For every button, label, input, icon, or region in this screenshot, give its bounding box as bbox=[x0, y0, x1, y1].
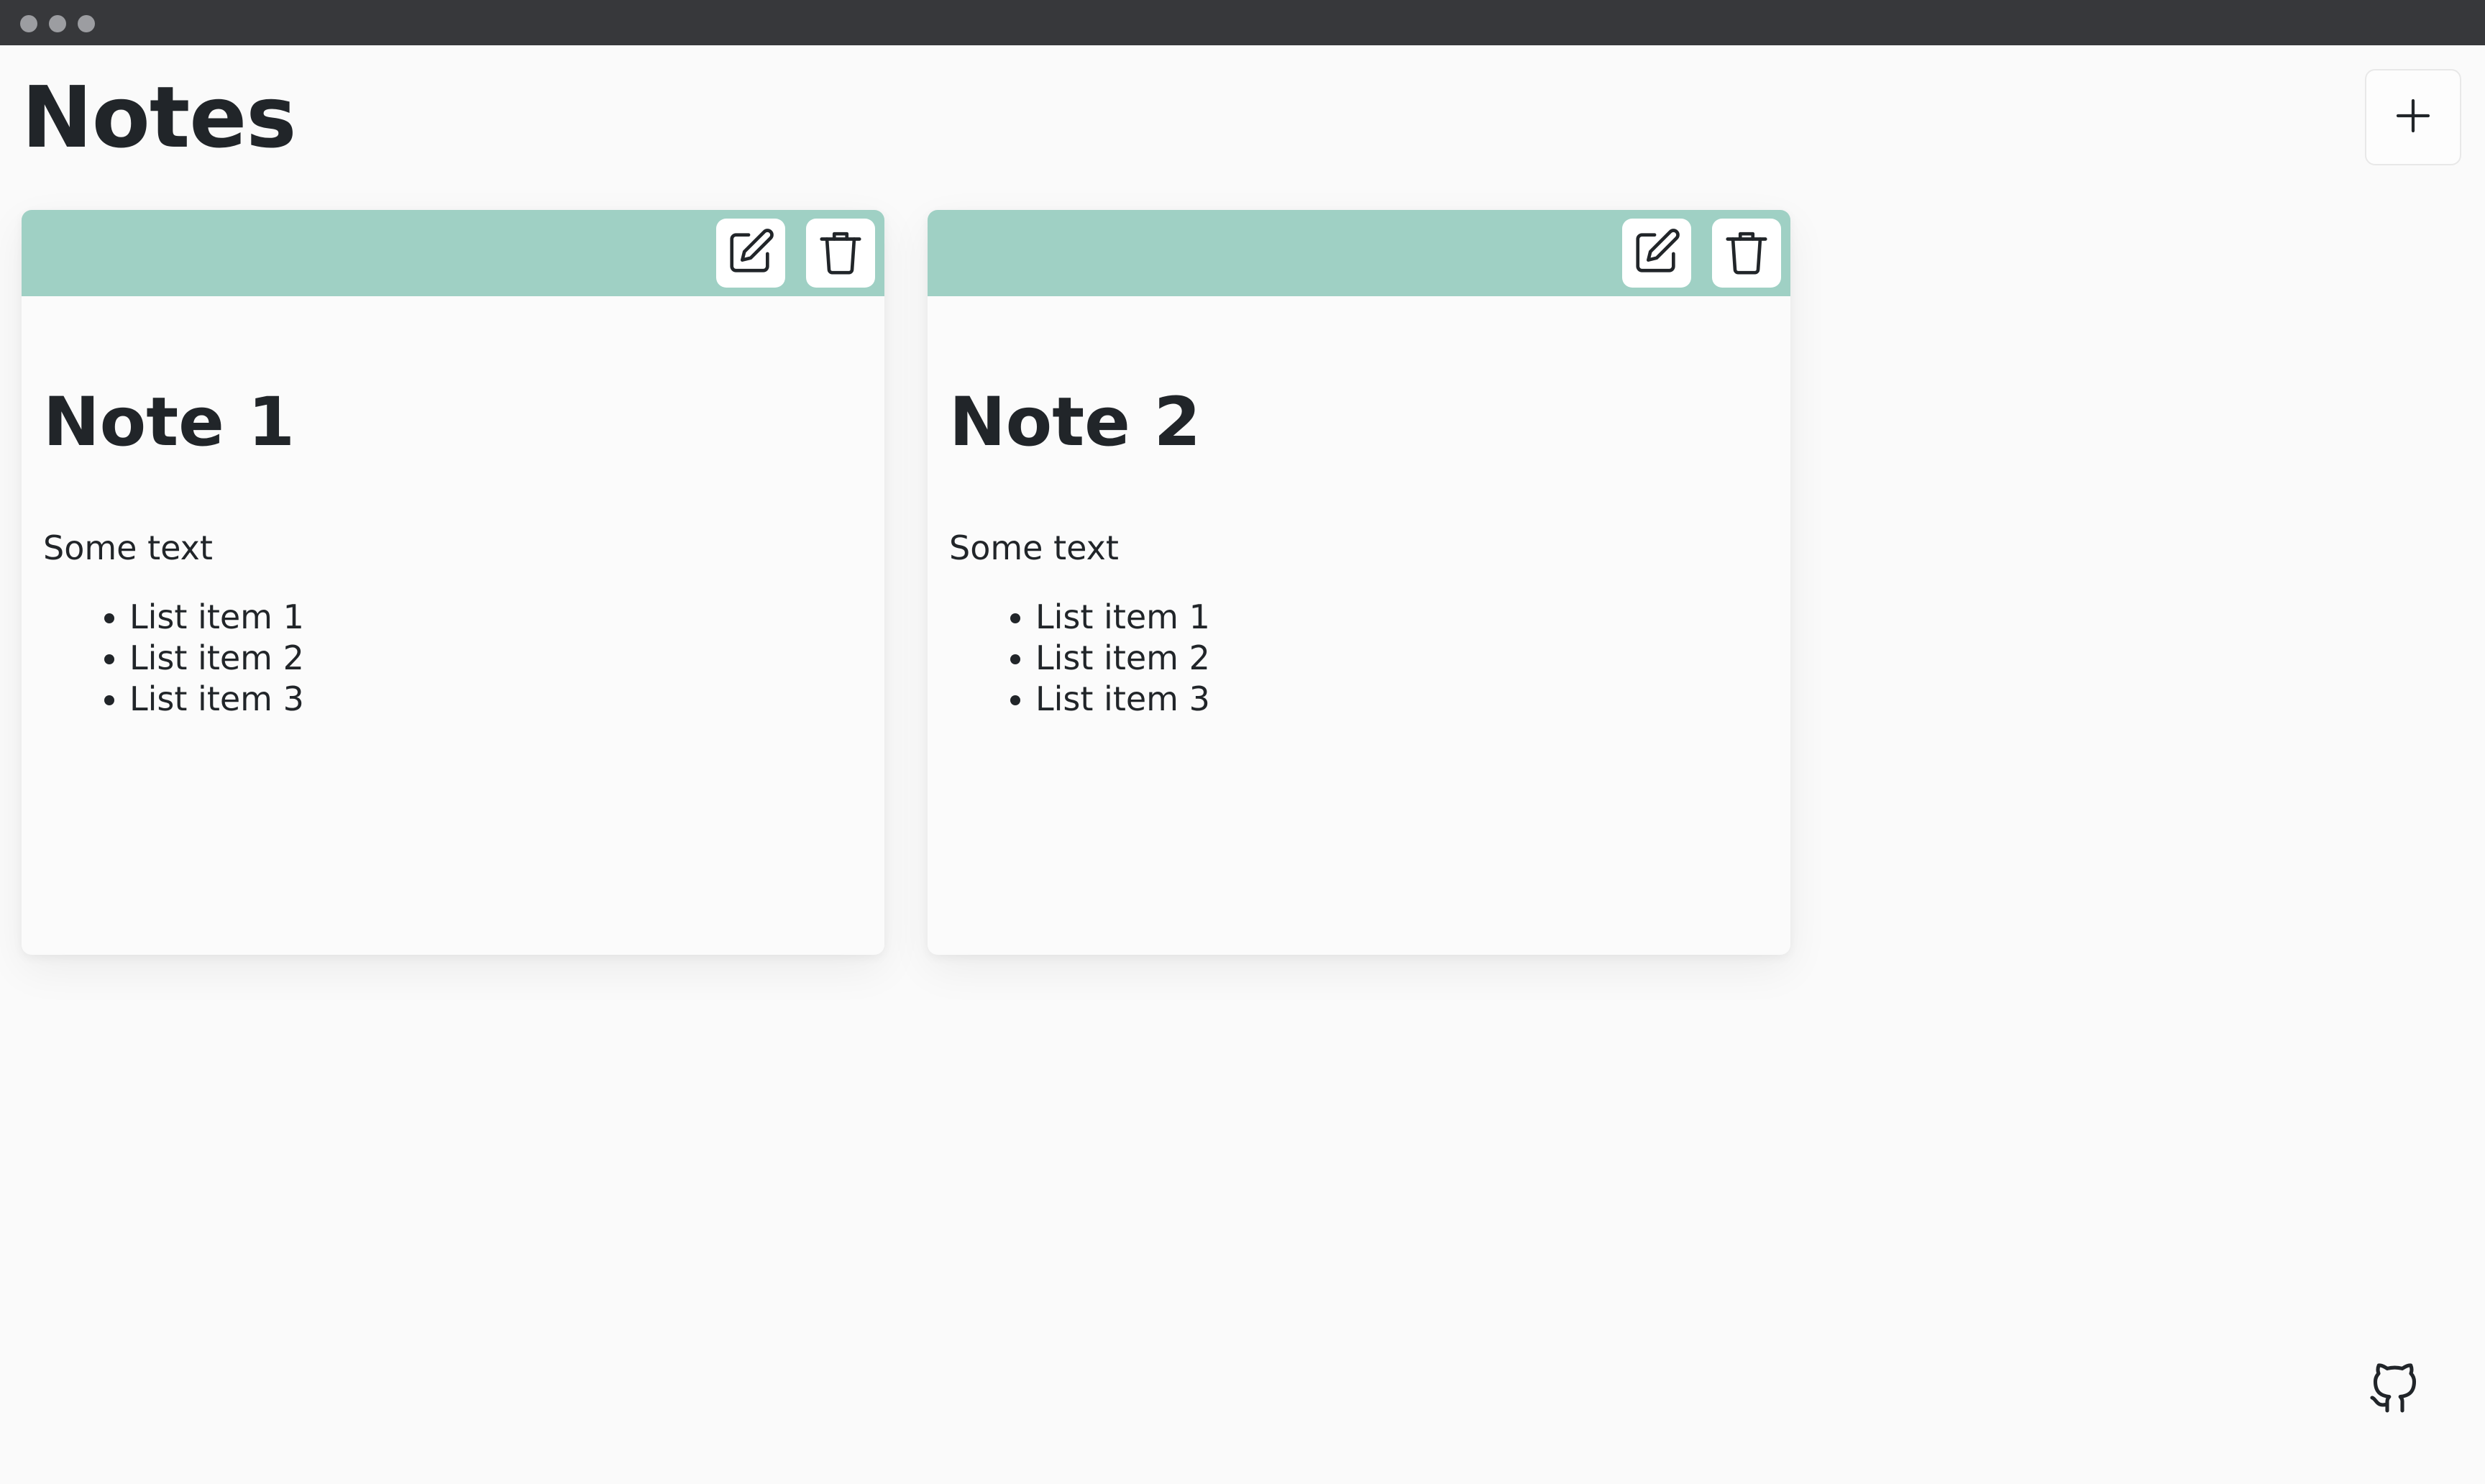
delete-note-button[interactable] bbox=[1712, 219, 1781, 288]
list-item: List item 3 bbox=[129, 679, 304, 720]
list-item: List item 2 bbox=[1035, 638, 1210, 679]
window-dot-1[interactable] bbox=[20, 15, 37, 32]
delete-note-button[interactable] bbox=[806, 219, 875, 288]
note-title: Note 2 bbox=[949, 383, 1202, 462]
note-header bbox=[22, 210, 884, 296]
note-title: Note 1 bbox=[43, 383, 296, 462]
github-link[interactable] bbox=[2368, 1363, 2420, 1415]
list-item: List item 1 bbox=[129, 597, 304, 638]
note-card: Note 2 Some text List item 1 List item 2… bbox=[928, 210, 1790, 955]
edit-note-button[interactable] bbox=[716, 219, 785, 288]
note-card: Note 1 Some text List item 1 List item 2… bbox=[22, 210, 884, 955]
github-icon bbox=[2368, 1363, 2420, 1418]
list-item: List item 2 bbox=[129, 638, 304, 679]
edit-note-button[interactable] bbox=[1622, 219, 1691, 288]
list-item: List item 1 bbox=[1035, 597, 1210, 638]
note-text: Some text bbox=[949, 528, 1119, 567]
window-dot-3[interactable] bbox=[78, 15, 95, 32]
page-title: Notes bbox=[22, 68, 296, 167]
add-note-button[interactable] bbox=[2365, 69, 2461, 165]
edit-icon bbox=[1632, 226, 1682, 280]
list-item: List item 3 bbox=[1035, 679, 1210, 720]
edit-icon bbox=[726, 226, 776, 280]
note-header bbox=[928, 210, 1790, 296]
window-dot-2[interactable] bbox=[49, 15, 66, 32]
trash-icon bbox=[815, 226, 866, 280]
plus-icon bbox=[2393, 96, 2433, 139]
note-list: List item 1 List item 2 List item 3 bbox=[43, 597, 304, 720]
window-titlebar bbox=[0, 0, 2485, 45]
note-list: List item 1 List item 2 List item 3 bbox=[949, 597, 1210, 720]
trash-icon bbox=[1721, 226, 1772, 280]
note-text: Some text bbox=[43, 528, 213, 567]
